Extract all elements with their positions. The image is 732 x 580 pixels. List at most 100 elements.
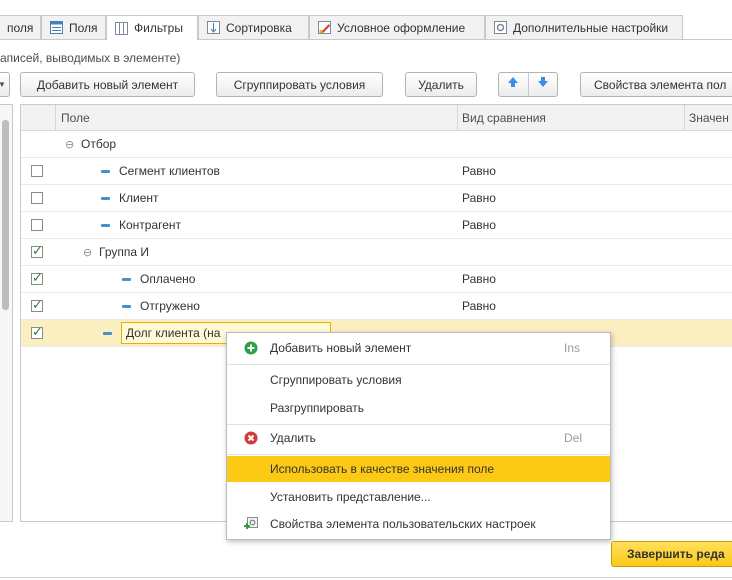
use-checkbox[interactable] [31,192,43,204]
field-cell: Клиент [101,191,159,205]
menu-item-set-presentation[interactable]: Установить представление... [227,484,610,510]
column-header-compare[interactable]: Вид сравнения [462,111,546,125]
grid-header: Поле Вид сравнения Значен [21,105,732,131]
field-label: Сегмент клиентов [119,164,220,178]
filter-hint-text: аписей, выводимых в элементе) [0,51,181,65]
use-checkbox[interactable] [31,219,43,231]
tab-label: поля [7,20,34,35]
field-cell: Контрагент [101,218,181,232]
compare-cell[interactable]: Равно [462,164,496,178]
table-row[interactable]: Контрагент Равно [21,212,732,239]
use-checkbox[interactable] [31,270,43,286]
tab-label: Сортировка [226,20,292,35]
compare-cell[interactable]: Равно [462,191,496,205]
column-header-field[interactable]: Поле [61,111,90,125]
properties-icon [244,517,258,531]
field-label: Отгружено [140,299,200,313]
menu-item-label: Использовать в качестве значения поле [270,462,495,476]
collapse-icon[interactable]: ⊖ [83,246,93,259]
field-cell: ⊖ Отбор [65,137,116,151]
element-properties-button[interactable]: Свойства элемента пол [580,72,732,97]
field-item-icon [101,170,110,174]
menu-separator [227,364,610,365]
column-header-value[interactable]: Значен [689,111,729,125]
menu-item-label: Сгруппировать условия [270,373,402,387]
field-cell: Отгружено [122,299,200,313]
header-separator [684,105,685,131]
menu-item-add[interactable]: Добавить новый элемент Ins [227,335,610,361]
sort-icon [207,21,220,34]
field-label: Контрагент [119,218,182,232]
field-label: Группа И [99,245,149,259]
table-row[interactable]: ⊖ Отбор [21,131,732,158]
use-checkbox[interactable] [31,297,43,313]
context-menu: Добавить новый элемент Ins Сгруппировать… [226,332,611,540]
table-row[interactable]: Клиент Равно [21,185,732,212]
menu-item-label: Установить представление... [270,490,431,504]
field-item-icon [122,305,131,309]
field-cell [103,326,121,340]
menu-item-label: Удалить [270,431,316,445]
tab-label: Дополнительные настройки [513,20,669,35]
menu-item-shortcut: Ins [564,341,581,355]
finish-editing-button[interactable]: Завершить реда [611,541,732,567]
field-label: Клиент [119,191,159,205]
field-cell: ⊖ Группа И [83,245,149,259]
add-element-button[interactable]: Добавить новый элемент [20,72,195,97]
table-row[interactable]: ⊖ Группа И [21,239,732,266]
settings-icon [494,21,507,34]
table-row[interactable]: Отгружено Равно [21,293,732,320]
menu-item-use-as-value[interactable]: Использовать в качестве значения поле [227,456,610,482]
tab-label: Поля [69,20,98,35]
field-item-icon [103,332,112,336]
fields-icon [50,21,63,34]
tab-output-fields[interactable]: поля [0,15,41,39]
use-checkbox[interactable] [31,165,43,177]
move-buttons [498,72,558,97]
tab-sort[interactable]: Сортировка [198,15,309,39]
use-checkbox[interactable] [31,324,43,340]
tab-conditional-format[interactable]: Условное оформление [309,15,485,39]
delete-icon [244,431,258,445]
chevron-down-icon: ▼ [0,80,6,89]
header-separator [457,105,458,131]
use-checkbox[interactable] [31,243,43,259]
table-row[interactable]: Оплачено Равно [21,266,732,293]
menu-item-ungroup[interactable]: Разгруппировать [227,395,610,421]
field-label: Отбор [81,137,117,151]
filter-icon [115,21,128,35]
field-cell: Сегмент клиентов [101,164,220,178]
compare-cell[interactable]: Равно [462,218,496,232]
menu-item-label: Свойства элемента пользовательских настр… [270,517,536,531]
tab-additional-settings[interactable]: Дополнительные настройки [485,15,683,39]
delete-button[interactable]: Удалить [405,72,477,97]
field-item-icon [101,224,110,228]
collapse-icon[interactable]: ⊖ [65,138,75,151]
table-row[interactable]: Сегмент клиентов Равно [21,158,732,185]
menu-item-group-conditions[interactable]: Сгруппировать условия [227,367,610,393]
compare-cell[interactable]: Равно [462,299,496,313]
dropdown-button[interactable]: ▼ [0,72,10,97]
menu-separator [227,454,610,455]
conditional-format-icon [318,21,331,34]
menu-item-delete[interactable]: Удалить Del [227,425,610,451]
move-up-icon[interactable] [499,73,529,96]
compare-cell[interactable]: Равно [462,272,496,286]
menu-item-shortcut: Del [564,431,583,445]
group-conditions-button[interactable]: Сгруппировать условия [216,72,383,97]
move-down-icon[interactable] [529,73,558,96]
menu-item-label: Разгруппировать [270,401,365,415]
field-label: Оплачено [140,272,196,286]
tab-label: Условное оформление [337,20,466,35]
menu-item-properties[interactable]: Свойства элемента пользовательских настр… [227,511,610,537]
add-icon [244,341,258,355]
left-scrollbar-thumb[interactable] [2,120,9,310]
field-cell: Оплачено [122,272,195,286]
tab-fields[interactable]: Поля [41,15,106,39]
tab-filters[interactable]: Фильтры [106,15,198,40]
tab-label: Фильтры [134,21,183,35]
field-item-icon [101,197,110,201]
header-separator [55,105,56,131]
bottom-divider [0,577,732,578]
field-item-icon [122,278,131,282]
